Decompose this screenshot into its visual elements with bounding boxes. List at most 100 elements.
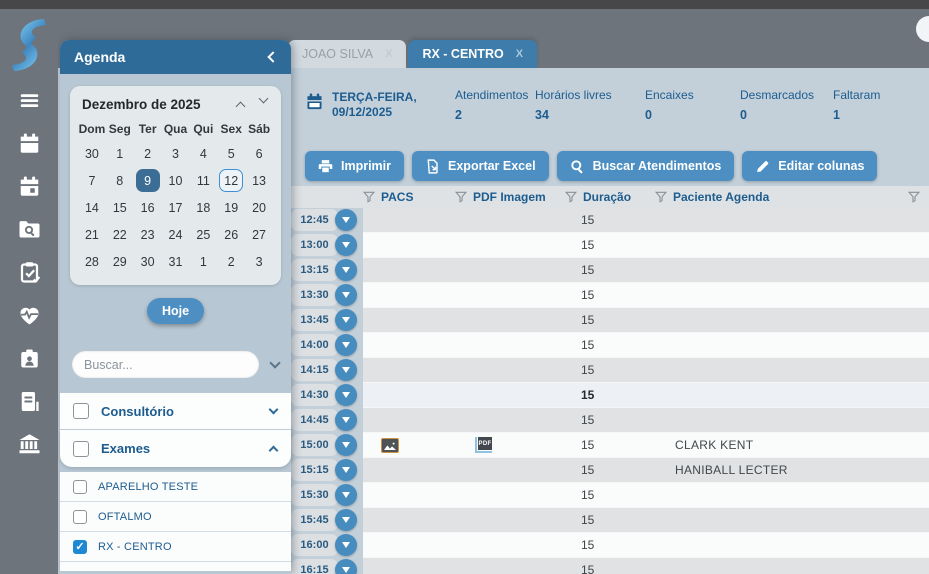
calendar-day-31[interactable]: 31 (162, 248, 190, 275)
table-row-13-00[interactable]: 13:0015 (290, 233, 929, 258)
calendar-day-12[interactable]: 12 (217, 167, 245, 194)
time-slot-label[interactable]: 15:45 (291, 509, 338, 531)
filter-funnel-icon[interactable] (455, 191, 467, 203)
row-dropdown-button[interactable] (335, 309, 357, 331)
calendar-day-3[interactable]: 3 (245, 248, 273, 275)
time-slot-label[interactable]: 13:45 (291, 309, 338, 331)
row-dropdown-button[interactable] (335, 459, 357, 481)
exportar-excel-button[interactable]: Exportar Excel (412, 151, 549, 181)
time-slot-label[interactable]: 16:00 (291, 534, 338, 556)
sidebar-button-menu[interactable] (14, 87, 44, 114)
table-row-13-45[interactable]: 13:4515 (290, 308, 929, 333)
row-dropdown-button[interactable] (335, 434, 357, 456)
time-slot-label[interactable]: 13:00 (291, 234, 338, 256)
sidebar-button-clipboard-check[interactable] (14, 259, 44, 286)
calendar-day-5[interactable]: 5 (217, 140, 245, 167)
row-dropdown-button[interactable] (335, 484, 357, 506)
row-dropdown-button[interactable] (335, 334, 357, 356)
calendar-day-26[interactable]: 26 (217, 221, 245, 248)
calendar-day-7[interactable]: 7 (78, 167, 106, 194)
imprimir-button[interactable]: Imprimir (305, 151, 404, 181)
table-row-14-30[interactable]: 14:3015 (290, 383, 929, 408)
row-dropdown-button[interactable] (335, 509, 357, 531)
calendar-day-16[interactable]: 16 (134, 194, 162, 221)
row-dropdown-button[interactable] (335, 259, 357, 281)
sidebar-button-heart-pulse[interactable] (14, 302, 44, 329)
calendar-day-24[interactable]: 24 (162, 221, 190, 248)
filter-funnel-icon[interactable] (655, 191, 667, 203)
today-button[interactable]: Hoje (147, 298, 204, 324)
row-dropdown-button[interactable] (335, 359, 357, 381)
editar-colunas-button[interactable]: Editar colunas (742, 151, 877, 181)
row-dropdown-button[interactable] (335, 284, 357, 306)
row-dropdown-button[interactable] (335, 559, 357, 574)
calendar-day-1[interactable]: 1 (106, 140, 134, 167)
filter-funnel-icon[interactable] (363, 191, 375, 203)
table-row-15-15[interactable]: 15:1515HANIBALL LECTER (290, 458, 929, 483)
calendar-day-23[interactable]: 23 (134, 221, 162, 248)
table-row-16-00[interactable]: 16:0015 (290, 533, 929, 558)
sidebar-button-patient-box[interactable] (14, 345, 44, 372)
table-row-15-45[interactable]: 15:4515 (290, 508, 929, 533)
calendar-day-2[interactable]: 2 (217, 248, 245, 275)
calendar-day-1[interactable]: 1 (189, 248, 217, 275)
sidebar-button-file-lines[interactable] (14, 388, 44, 415)
time-slot-label[interactable]: 13:30 (291, 284, 338, 306)
section-exames[interactable]: Exames (60, 430, 291, 467)
search-dropdown-icon[interactable] (269, 357, 280, 368)
calendar-day-2[interactable]: 2 (134, 140, 162, 167)
calendar-day-30[interactable]: 30 (78, 140, 106, 167)
table-row-14-45[interactable]: 14:4515 (290, 408, 929, 433)
calendar-day-17[interactable]: 17 (162, 194, 190, 221)
pdf-file-icon[interactable]: PDF (475, 437, 492, 453)
calendar-day-8[interactable]: 8 (106, 167, 134, 194)
calendar-day-22[interactable]: 22 (106, 221, 134, 248)
table-row-15-00[interactable]: 15:00PDF15CLARK KENT (290, 433, 929, 458)
calendar-day-9[interactable]: 9 (134, 167, 162, 194)
section-consult-rio[interactable]: Consultório (60, 393, 291, 430)
calendar-day-21[interactable]: 21 (78, 221, 106, 248)
calendar-day-27[interactable]: 27 (245, 221, 273, 248)
table-row-13-30[interactable]: 13:3015 (290, 283, 929, 308)
time-slot-label[interactable]: 15:15 (291, 459, 338, 481)
calendar-day-25[interactable]: 25 (189, 221, 217, 248)
calendar-day-3[interactable]: 3 (162, 140, 190, 167)
calendar-day-19[interactable]: 19 (217, 194, 245, 221)
row-dropdown-button[interactable] (335, 534, 357, 556)
calendar-day-13[interactable]: 13 (245, 167, 273, 194)
sidebar-button-folder-search[interactable] (14, 216, 44, 243)
time-slot-label[interactable]: 14:00 (291, 334, 338, 356)
list-item-aparelho-teste[interactable]: APARELHO TESTE (60, 472, 291, 502)
calendar-day-30[interactable]: 30 (134, 248, 162, 275)
sidebar-button-calendar-day[interactable] (14, 173, 44, 200)
calendar-day-29[interactable]: 29 (106, 248, 134, 275)
time-slot-label[interactable]: 14:30 (291, 384, 338, 406)
row-dropdown-button[interactable] (335, 384, 357, 406)
checkbox-consult-rio[interactable] (73, 403, 89, 419)
calendar-day-20[interactable]: 20 (245, 194, 273, 221)
table-row-14-15[interactable]: 14:1515 (290, 358, 929, 383)
calendar-prev-month-icon[interactable] (236, 102, 246, 112)
calendar-day-11[interactable]: 11 (189, 167, 217, 194)
calendar-day-10[interactable]: 10 (162, 167, 190, 194)
sidebar-button-calendar[interactable] (14, 130, 44, 157)
row-dropdown-button[interactable] (335, 209, 357, 231)
filter-funnel-icon[interactable] (908, 191, 920, 203)
tab-rx-centro[interactable]: RX - CENTROX (408, 40, 537, 68)
table-row-14-00[interactable]: 14:0015 (290, 333, 929, 358)
calendar-day-18[interactable]: 18 (189, 194, 217, 221)
calendar-day-6[interactable]: 6 (245, 140, 273, 167)
time-slot-label[interactable]: 14:45 (291, 409, 338, 431)
checkbox-aparelho-teste[interactable] (73, 480, 87, 494)
time-slot-label[interactable]: 12:45 (291, 209, 338, 231)
table-row-12-45[interactable]: 12:4515 (290, 208, 929, 233)
search-input[interactable] (72, 351, 259, 378)
tab-close-icon[interactable]: X (516, 48, 523, 60)
pacs-image-icon[interactable] (381, 438, 399, 453)
calendar-day-15[interactable]: 15 (106, 194, 134, 221)
table-row-15-30[interactable]: 15:3015 (290, 483, 929, 508)
time-slot-label[interactable]: 14:15 (291, 359, 338, 381)
calendar-day-4[interactable]: 4 (189, 140, 217, 167)
time-slot-label[interactable]: 13:15 (291, 259, 338, 281)
checkbox-exames[interactable] (73, 441, 89, 457)
